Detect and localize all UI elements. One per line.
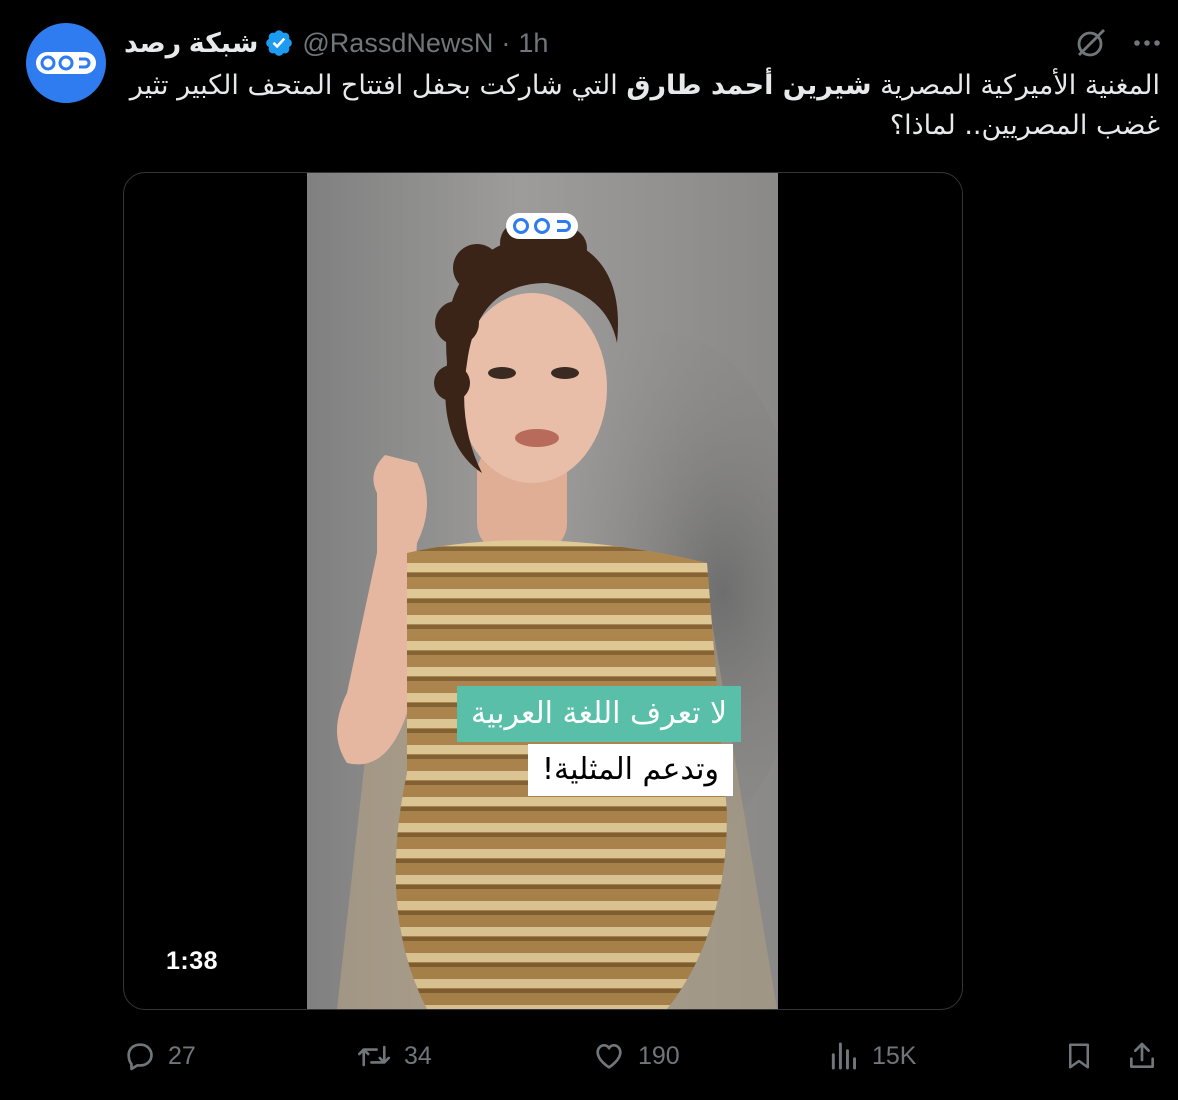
- display-name[interactable]: شبكة رصد: [124, 28, 258, 59]
- watermark-logo-icon: [506, 213, 578, 239]
- timestamp[interactable]: 1h: [518, 28, 548, 59]
- reply-icon: [127, 1043, 153, 1071]
- views-count: 15K: [872, 1041, 917, 1070]
- bookmark-button[interactable]: [1064, 1034, 1094, 1078]
- tweet-header: شبكة رصد @RassdNewsN · 1h: [124, 22, 1164, 64]
- views-icon: [831, 1042, 856, 1070]
- video-player[interactable]: لا تعرف اللغة العربية وتدعم المثلية! 1:3…: [123, 172, 963, 1010]
- like-button[interactable]: 190: [592, 1034, 680, 1078]
- video-thumbnail: [337, 221, 778, 1009]
- tweet-text: المغنية الأميركية المصرية شيرين أحمد طار…: [124, 66, 1160, 146]
- video-duration: 1:38: [166, 947, 219, 975]
- grok-icon[interactable]: [1074, 26, 1108, 60]
- heart-icon: [596, 1044, 622, 1069]
- handle[interactable]: @RassdNewsN: [302, 28, 493, 59]
- like-count: 190: [638, 1041, 680, 1070]
- repost-count: 34: [404, 1041, 432, 1070]
- verified-badge-icon[interactable]: [264, 28, 294, 58]
- avatar[interactable]: [26, 23, 106, 103]
- bookmark-icon: [1069, 1043, 1089, 1069]
- tweet-text-bold[interactable]: شيرين أحمد طارق: [626, 70, 871, 101]
- rassd-logo-icon: [36, 52, 96, 74]
- repost-icon: [357, 1045, 391, 1067]
- action-bar: 27 34 190 15K: [124, 1034, 1164, 1078]
- tweet-text-part: المغنية الأميركية المصرية: [871, 70, 1160, 101]
- video-frame[interactable]: لا تعرف اللغة العربية وتدعم المثلية!: [307, 173, 778, 1009]
- separator: ·: [501, 27, 511, 58]
- repost-button[interactable]: 34: [356, 1034, 432, 1078]
- reply-count: 27: [168, 1041, 196, 1070]
- views-button[interactable]: 15K: [828, 1034, 916, 1078]
- more-icon[interactable]: [1130, 26, 1164, 60]
- share-button[interactable]: [1126, 1034, 1158, 1078]
- share-icon: [1130, 1042, 1154, 1068]
- video-caption-line1: لا تعرف اللغة العربية: [457, 686, 742, 742]
- reply-button[interactable]: 27: [124, 1034, 196, 1078]
- video-caption-line2: وتدعم المثلية!: [528, 744, 733, 796]
